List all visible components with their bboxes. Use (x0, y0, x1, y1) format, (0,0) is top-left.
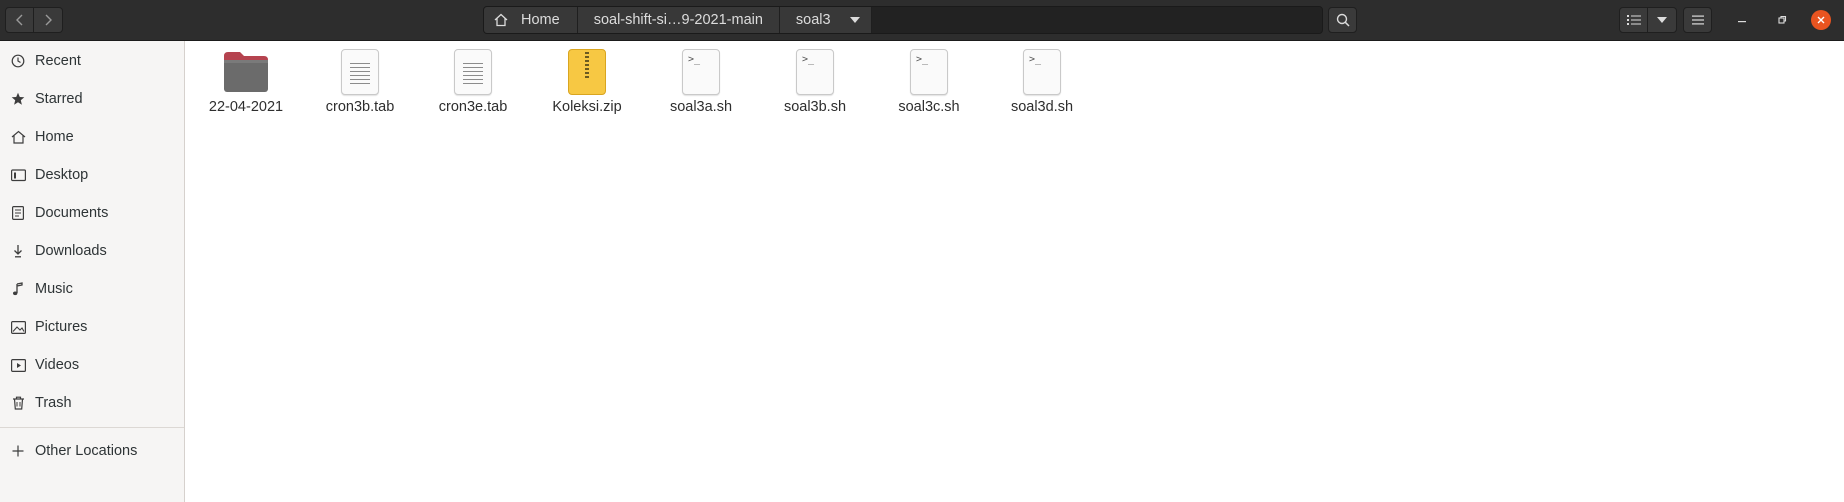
sidebar-item-videos[interactable]: Videos (0, 347, 184, 383)
sidebar-item-documents[interactable]: Documents (0, 195, 184, 231)
file-name: cron3e.tab (438, 99, 508, 115)
sidebar-item-label: Music (35, 281, 73, 297)
home-icon (494, 13, 508, 27)
view-toggle-group (1619, 7, 1677, 33)
sidebar-item-music[interactable]: Music (0, 271, 184, 307)
sidebar-item-label: Downloads (35, 243, 107, 259)
clock-icon (10, 53, 26, 69)
script-prompt: >_ (916, 54, 929, 65)
sidebar-item-downloads[interactable]: Downloads (0, 233, 184, 269)
breadcrumb-current[interactable]: soal3 (779, 7, 872, 33)
sidebar-item-label: Videos (35, 357, 80, 373)
file-name: soal3a.sh (669, 99, 733, 115)
sidebar-item-label: Desktop (35, 167, 89, 183)
minimize-button[interactable] (1732, 10, 1752, 30)
file-name: Koleksi.zip (552, 99, 622, 115)
sidebar-item-home[interactable]: Home (0, 119, 184, 155)
video-icon (10, 357, 26, 373)
script-prompt: >_ (1029, 54, 1042, 65)
file-item-folder[interactable]: 22-04-2021 (194, 47, 298, 127)
sidebar-item-label: Recent (35, 53, 81, 69)
folder-icon (221, 47, 271, 97)
chevron-down-icon[interactable] (845, 10, 865, 30)
file-item-script[interactable]: >_ soal3b.sh (763, 47, 867, 127)
sidebar-divider (0, 427, 184, 428)
path-bar-empty (871, 7, 1322, 33)
back-button[interactable] (5, 7, 34, 33)
archive-icon (562, 47, 612, 97)
plus-icon (10, 443, 26, 459)
sidebar-item-label: Starred (35, 91, 83, 107)
breadcrumb-parent[interactable]: soal-shift-si…9-2021-main (577, 7, 780, 33)
sidebar-item-other-locations[interactable]: Other Locations (0, 433, 184, 469)
script-file-icon: >_ (790, 47, 840, 97)
script-prompt: >_ (688, 54, 701, 65)
sidebar-item-label: Documents (35, 205, 109, 221)
script-prompt: >_ (802, 54, 815, 65)
breadcrumb-home[interactable]: Home (484, 7, 578, 33)
file-name: 22-04-2021 (208, 99, 284, 115)
file-name: soal3d.sh (1010, 99, 1074, 115)
file-name: cron3b.tab (325, 99, 395, 115)
script-file-icon: >_ (904, 47, 954, 97)
file-item-script[interactable]: >_ soal3a.sh (649, 47, 753, 127)
path-bar: Home soal-shift-si…9-2021-main soal3 (483, 6, 1323, 34)
desktop-icon (10, 167, 26, 183)
main-menu-button[interactable] (1683, 7, 1712, 33)
file-item-text[interactable]: cron3b.tab (308, 47, 412, 127)
sidebar-item-label: Pictures (35, 319, 88, 335)
file-item-script[interactable]: >_ soal3c.sh (877, 47, 981, 127)
music-icon (10, 281, 26, 297)
pictures-icon (10, 319, 26, 335)
breadcrumb-label: Home (521, 12, 560, 28)
file-item-text[interactable]: cron3e.tab (421, 47, 525, 127)
maximize-button[interactable] (1772, 10, 1792, 30)
text-file-icon (448, 47, 498, 97)
list-view-button[interactable] (1619, 7, 1648, 33)
chevron-left-icon (15, 14, 22, 26)
star-icon (10, 91, 26, 107)
sidebar: Recent Starred Home Desktop Documents Do… (0, 41, 185, 502)
sidebar-item-trash[interactable]: Trash (0, 385, 184, 421)
sidebar-item-label: Trash (35, 395, 72, 411)
script-file-icon: >_ (1017, 47, 1067, 97)
restore-icon (1778, 15, 1787, 24)
search-button[interactable] (1328, 7, 1357, 33)
navigation-buttons (5, 7, 63, 33)
hamburger-menu-icon (1691, 15, 1704, 25)
breadcrumb-label: soal3 (795, 12, 831, 28)
file-view: 22-04-2021 cron3b.tab cron3e.tab Koleksi… (186, 41, 1844, 502)
home-icon (10, 129, 26, 145)
close-button[interactable] (1811, 10, 1831, 30)
sidebar-item-pictures[interactable]: Pictures (0, 309, 184, 345)
search-icon (1336, 13, 1350, 27)
sidebar-item-label: Home (35, 129, 74, 145)
sidebar-item-label: Other Locations (35, 443, 138, 459)
script-file-icon: >_ (676, 47, 726, 97)
breadcrumb-label: soal-shift-si…9-2021-main (593, 12, 763, 28)
file-name: soal3b.sh (783, 99, 847, 115)
sidebar-item-desktop[interactable]: Desktop (0, 157, 184, 193)
document-icon (10, 205, 26, 221)
chevron-down-icon (1657, 17, 1667, 23)
sidebar-item-recent[interactable]: Recent (0, 43, 184, 79)
file-name: soal3c.sh (898, 99, 960, 115)
list-view-icon (1626, 15, 1641, 25)
forward-button[interactable] (34, 7, 63, 33)
file-item-script[interactable]: >_ soal3d.sh (990, 47, 1094, 127)
view-options-button[interactable] (1648, 7, 1677, 33)
chevron-right-icon (45, 14, 52, 26)
file-item-archive[interactable]: Koleksi.zip (535, 47, 639, 127)
close-icon (1817, 16, 1825, 24)
download-icon (10, 243, 26, 259)
text-file-icon (335, 47, 385, 97)
sidebar-item-starred[interactable]: Starred (0, 81, 184, 117)
trash-icon (10, 395, 26, 411)
minimize-icon (1738, 21, 1746, 23)
header-bar: Home soal-shift-si…9-2021-main soal3 (0, 0, 1844, 41)
